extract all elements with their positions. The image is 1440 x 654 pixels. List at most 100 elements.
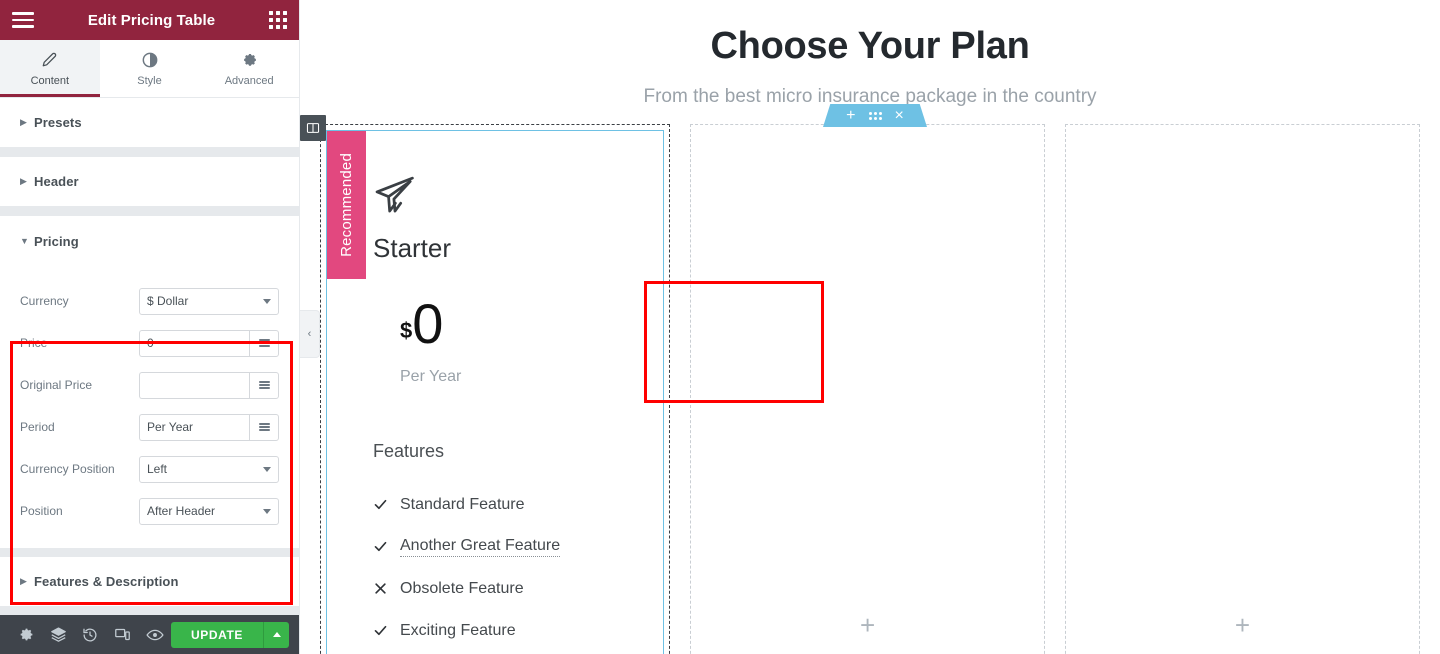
position-value: After Header <box>147 504 216 518</box>
plan-title: Starter <box>373 233 452 263</box>
list-item: Another Great Feature <box>373 526 669 568</box>
period-input-group <box>139 413 279 441</box>
update-button-group: UPDATE <box>170 621 289 648</box>
pricing-table-widget[interactable]: Starter $ 0 Per Year <box>321 125 669 386</box>
price-period: Per Year <box>400 367 462 385</box>
check-icon <box>373 497 388 512</box>
period-input[interactable] <box>139 413 249 441</box>
history-icon[interactable] <box>74 615 106 654</box>
column-handle-icon[interactable] <box>300 115 326 141</box>
navigator-layers-icon[interactable] <box>42 615 74 654</box>
list-item: Obsolete Feature <box>373 568 669 610</box>
half-circle-icon <box>142 51 158 69</box>
dynamic-tag-icon[interactable] <box>249 413 279 441</box>
price-input-group <box>139 329 279 357</box>
paper-plane-icon <box>373 173 417 217</box>
gear-icon <box>241 51 257 69</box>
pricing-controls-group: Currency $ Dollar Price 0 Original Price… <box>0 266 299 548</box>
chevron-down-icon <box>263 509 271 514</box>
pencil-icon <box>42 51 57 69</box>
add-widget-button[interactable]: + <box>856 612 880 638</box>
position-select[interactable]: After Header <box>139 497 279 525</box>
grid-apps-icon[interactable] <box>269 11 287 29</box>
control-currency-position: Currency Position Left <box>20 448 279 490</box>
price-currency: $ <box>400 317 413 343</box>
divider <box>0 607 299 615</box>
hamburger-icon[interactable] <box>12 12 34 28</box>
chevron-right-icon: ▶ <box>20 576 27 586</box>
editor-panel: Edit Pricing Table Content Style Advance… <box>0 0 300 654</box>
panel-body: ▶ Presets ▶ Header ▼ Pricing Currency $ … <box>0 98 299 615</box>
tab-content[interactable]: Content <box>0 40 100 97</box>
check-icon <box>373 539 388 554</box>
close-icon[interactable]: × <box>895 107 904 125</box>
tab-style-label: Style <box>137 74 162 87</box>
control-original-price: Original Price <box>20 364 279 406</box>
control-currency-position-label: Currency Position <box>20 462 115 476</box>
recommended-ribbon-label: Recommended <box>338 153 355 257</box>
cross-icon <box>373 582 388 595</box>
control-period-label: Period <box>20 420 55 434</box>
tab-style[interactable]: Style <box>99 40 200 97</box>
check-icon <box>373 623 388 638</box>
control-original-price-label: Original Price <box>20 378 93 392</box>
tab-advanced-label: Advanced <box>224 74 274 87</box>
price-input[interactable] <box>139 329 249 357</box>
chevron-down-icon <box>263 467 271 472</box>
tab-content-label: Content <box>30 74 70 87</box>
control-currency-label: Currency <box>20 294 69 308</box>
preview-eye-icon[interactable] <box>139 615 171 654</box>
currency-select-value: $ Dollar <box>147 294 189 308</box>
column-pricing[interactable]: Recommended Starter $ 0 Per Year Feature… <box>300 115 671 654</box>
elementor-editor: Edit Pricing Table Content Style Advance… <box>0 0 1440 654</box>
accordion-pricing[interactable]: ▼ Pricing <box>0 216 299 266</box>
control-price-label: Price <box>20 336 48 350</box>
dynamic-tag-icon[interactable] <box>249 371 279 399</box>
accordion-header[interactable]: ▶ Header <box>0 157 299 207</box>
panel-title: Edit Pricing Table <box>87 11 216 29</box>
price-line: $ 0 <box>400 292 669 355</box>
features-title: Features <box>373 440 445 461</box>
update-options-caret-icon[interactable] <box>263 621 289 648</box>
add-widget-button[interactable]: + <box>1231 612 1255 638</box>
add-section-icon[interactable]: + <box>846 107 855 125</box>
panel-footer-bar: UPDATE <box>0 615 299 654</box>
control-price: Price <box>20 322 279 364</box>
column-empty-1[interactable]: + <box>690 124 1046 654</box>
divider <box>0 548 299 557</box>
column-empty-2[interactable]: + <box>1065 124 1421 654</box>
currency-position-value: Left <box>147 462 168 476</box>
feature-label: Obsolete Feature <box>400 579 524 597</box>
currency-position-select[interactable]: Left <box>139 455 279 483</box>
list-item: Exciting Feature <box>373 610 669 652</box>
divider <box>0 207 299 216</box>
feature-label[interactable]: Another Great Feature <box>400 537 561 557</box>
accordion-presets-label: Presets <box>34 115 82 130</box>
accordion-header-label: Header <box>34 174 79 189</box>
section-toolbar: + × <box>823 104 927 127</box>
divider <box>0 148 299 157</box>
control-position: Position After Header <box>20 490 279 532</box>
chevron-down-icon: ▼ <box>20 236 29 246</box>
tab-advanced[interactable]: Advanced <box>199 40 300 97</box>
hero-block: Choose Your Plan From the best micro ins… <box>300 0 1440 108</box>
drag-dots-icon[interactable] <box>868 111 882 120</box>
list-item: Standard Feature <box>373 484 669 526</box>
panel-header: Edit Pricing Table <box>0 0 299 40</box>
chevron-right-icon: ▶ <box>20 176 27 186</box>
panel-tabs: Content Style Advanced <box>0 40 300 98</box>
price-amount: 0 <box>412 292 443 355</box>
feature-label: Standard Feature <box>400 495 525 513</box>
responsive-mode-icon[interactable] <box>107 615 139 654</box>
settings-gear-icon[interactable] <box>10 615 42 654</box>
section-columns: Recommended Starter $ 0 Per Year Feature… <box>300 115 1440 654</box>
currency-select[interactable]: $ Dollar <box>139 287 279 315</box>
accordion-presets[interactable]: ▶ Presets <box>0 98 299 148</box>
original-price-input[interactable] <box>139 371 249 399</box>
price-display-block: $ 0 Per Year <box>373 292 669 386</box>
recommended-ribbon: Recommended <box>327 131 366 279</box>
update-button[interactable]: UPDATE <box>170 621 263 648</box>
dynamic-tag-icon[interactable] <box>249 329 279 357</box>
accordion-features-description[interactable]: ▶ Features & Description <box>0 557 299 607</box>
panel-collapse-toggle[interactable]: ‹ <box>300 310 320 358</box>
